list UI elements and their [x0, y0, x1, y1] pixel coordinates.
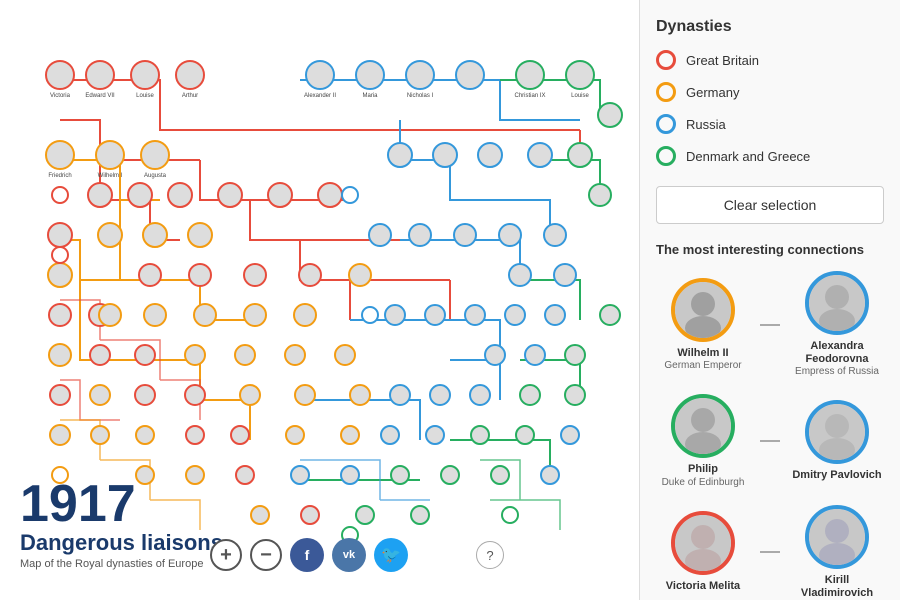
svg-text:Louise: Louise	[136, 93, 154, 99]
britain-label: Great Britain	[686, 53, 759, 68]
alexandra-avatar	[805, 271, 869, 335]
svg-text:Edward VII: Edward VII	[85, 93, 115, 99]
kirill-name: Kirill Vladimirovich	[790, 574, 884, 600]
dynasty-item-russia[interactable]: Russia	[656, 114, 884, 134]
description-display: Map of the Royal dynasties of Europe	[20, 558, 223, 570]
russia-label: Russia	[686, 117, 726, 132]
bottom-left-info: 1917 Dangerous liaisons Map of the Royal…	[20, 478, 223, 570]
philip-title: Duke of Edinburgh	[662, 477, 745, 489]
connection-pair-2: Philip Duke of Edinburgh Dmitry Pavlovic…	[656, 394, 884, 488]
germany-label: Germany	[686, 85, 739, 100]
dynasty-item-britain[interactable]: Great Britain	[656, 50, 884, 70]
alexandra-name: Alexandra Feodorovna	[790, 340, 884, 366]
connection-line-2	[760, 440, 780, 442]
help-button[interactable]: ?	[476, 541, 504, 569]
clear-selection-button[interactable]: Clear selection	[656, 186, 884, 224]
wilhelm-avatar	[671, 278, 735, 342]
svg-text:Wilhelm I: Wilhelm I	[98, 173, 123, 179]
family-tree-panel: Victoria Edward VII Louise Arthur Friedr…	[0, 0, 640, 600]
connection-line-1	[760, 324, 780, 326]
philip-photo	[675, 398, 731, 454]
russia-icon	[656, 114, 676, 134]
dynasty-item-denmark[interactable]: Denmark and Greece	[656, 146, 884, 166]
connection-person-alexandra[interactable]: Alexandra Feodorovna Empress of Russia	[790, 271, 884, 378]
connection-pair-1: Wilhelm II German Emperor Alexandra Feod…	[656, 271, 884, 378]
svg-text:Louise: Louise	[571, 93, 589, 99]
kirill-avatar	[805, 505, 869, 569]
svg-text:Alexander II: Alexander II	[304, 93, 336, 99]
svg-text:Augusta: Augusta	[144, 173, 167, 179]
dmitry-name: Dmitry Pavlovich	[792, 469, 881, 482]
dynasties-title: Dynasties	[656, 18, 884, 36]
year-display: 1917	[20, 478, 223, 530]
alexandra-title: Empress of Russia	[795, 366, 879, 378]
connections-title: The most interesting connections	[656, 242, 884, 257]
connection-person-philip[interactable]: Philip Duke of Edinburgh	[656, 394, 750, 488]
svg-text:Maria: Maria	[362, 93, 378, 99]
zoom-out-button[interactable]: −	[250, 539, 282, 571]
right-panel: Dynasties Great Britain Germany Russia D…	[640, 0, 900, 600]
wilhelm-photo	[675, 282, 731, 338]
connection-person-kirill[interactable]: Kirill Vladimirovich	[790, 505, 884, 600]
dynasty-item-germany[interactable]: Germany	[656, 82, 884, 102]
alexandra-photo	[809, 275, 865, 331]
kirill-photo	[809, 509, 865, 565]
svg-text:Nicholas I: Nicholas I	[407, 93, 434, 99]
svg-text:Christian IX: Christian IX	[514, 93, 545, 99]
germany-icon	[656, 82, 676, 102]
connection-person-wilhelm[interactable]: Wilhelm II German Emperor	[656, 278, 750, 372]
connection-line-3	[760, 551, 780, 553]
bottom-controls: + − f vk 🐦 ?	[210, 538, 504, 572]
wilhelm-name: Wilhelm II	[677, 347, 728, 360]
dmitry-photo	[809, 404, 865, 460]
connection-pair-3: Victoria Melita Kirill Vladimirovich	[656, 505, 884, 600]
twitter-button[interactable]: 🐦	[374, 538, 408, 572]
vkontakte-button[interactable]: vk	[332, 538, 366, 572]
philip-name: Philip	[688, 463, 718, 476]
connection-person-victoria[interactable]: Victoria Melita	[656, 511, 750, 593]
zoom-in-button[interactable]: +	[210, 539, 242, 571]
denmark-label: Denmark and Greece	[686, 149, 810, 164]
victoria-photo	[675, 515, 731, 571]
victoria-avatar	[671, 511, 735, 575]
denmark-icon	[656, 146, 676, 166]
victoria-name: Victoria Melita	[666, 580, 740, 593]
dmitry-avatar	[805, 400, 869, 464]
connection-person-dmitry[interactable]: Dmitry Pavlovich	[790, 400, 884, 482]
wilhelm-title: German Emperor	[664, 360, 741, 372]
philip-avatar	[671, 394, 735, 458]
svg-text:Victoria: Victoria	[50, 93, 71, 99]
subtitle-display: Dangerous liaisons	[20, 530, 223, 556]
svg-text:Arthur: Arthur	[182, 93, 198, 99]
facebook-button[interactable]: f	[290, 538, 324, 572]
svg-text:Friedrich: Friedrich	[48, 173, 71, 179]
britain-icon	[656, 50, 676, 70]
